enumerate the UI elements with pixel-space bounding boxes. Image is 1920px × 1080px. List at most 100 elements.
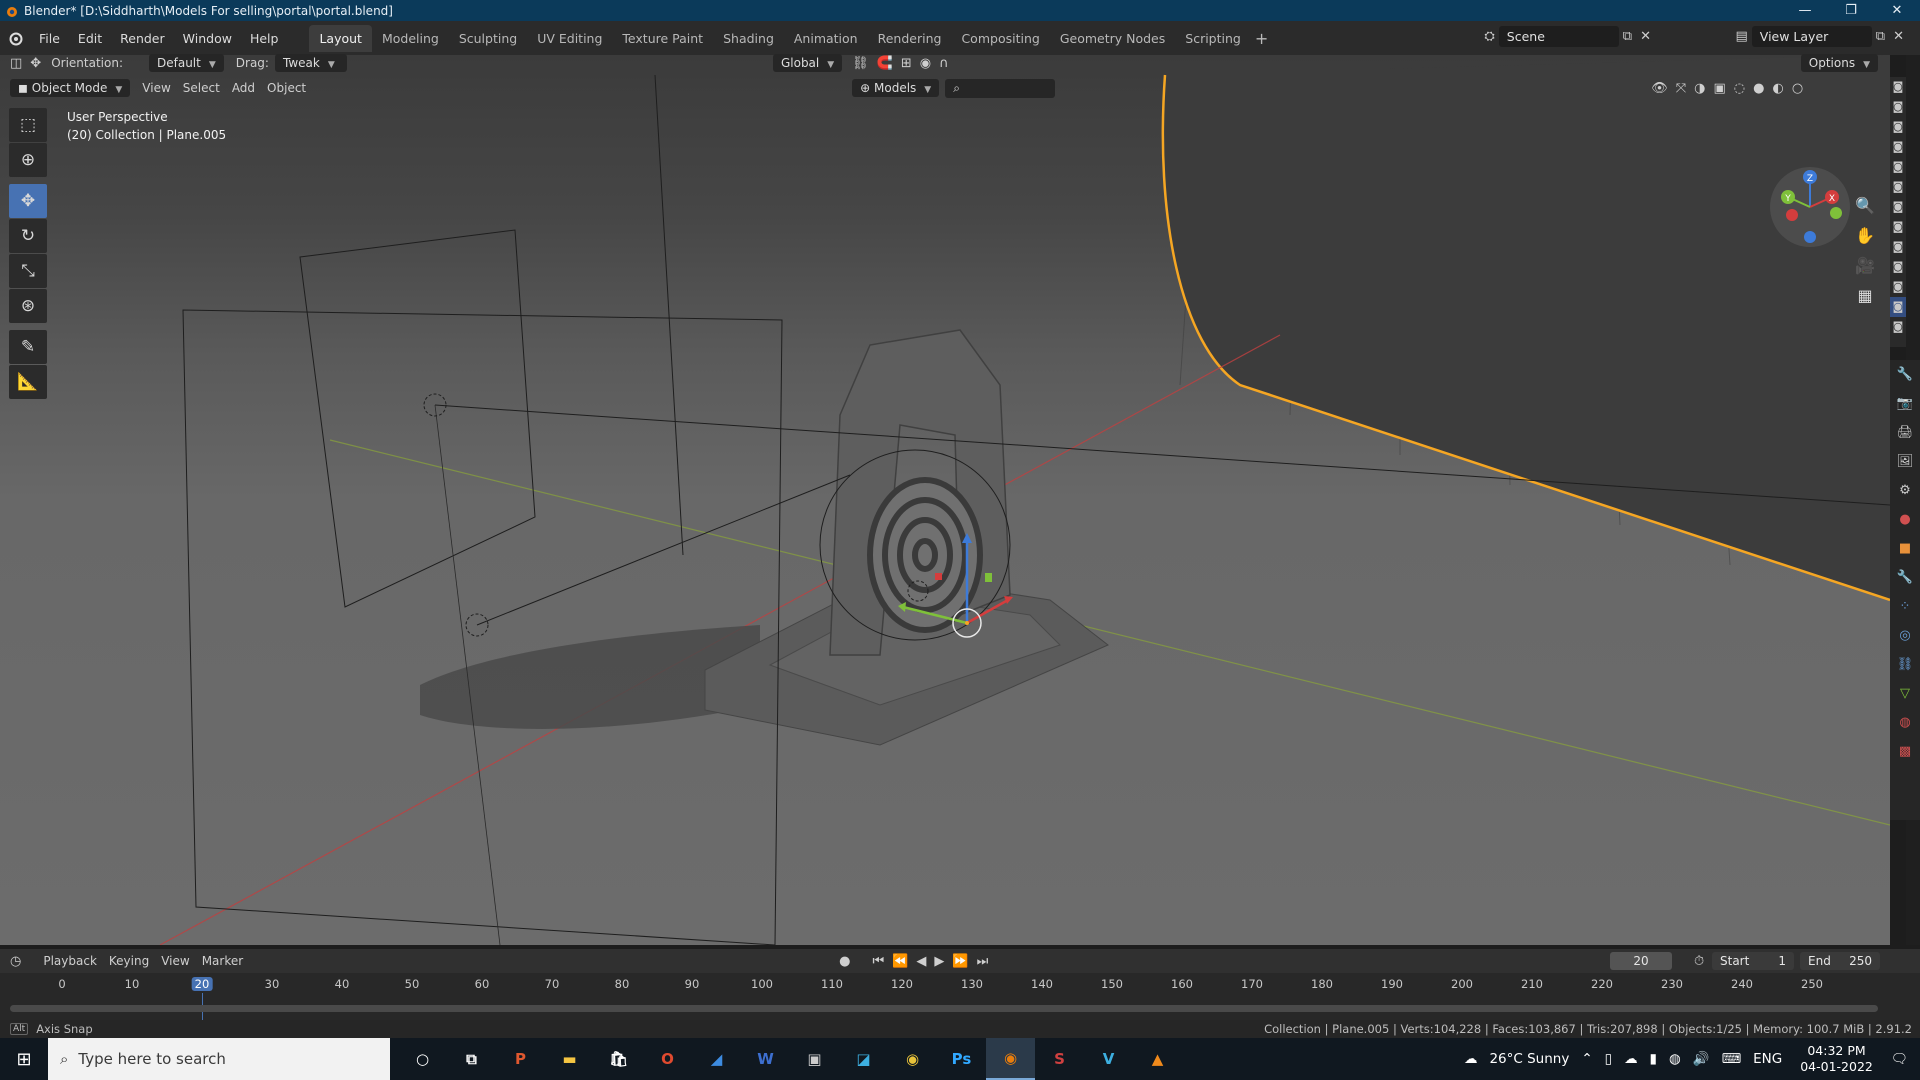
- jump-start-icon[interactable]: ⏮: [873, 954, 885, 969]
- drag-dropdown[interactable]: Tweak ▼: [274, 54, 347, 72]
- new-view-layer-icon[interactable]: ⧉: [1876, 29, 1885, 44]
- maximize-button[interactable]: ❐: [1828, 0, 1874, 21]
- menu-help[interactable]: Help: [241, 31, 288, 46]
- render-toggle-icon[interactable]: ◙: [1890, 317, 1906, 337]
- orientation-dropdown[interactable]: Default ▼: [149, 54, 224, 72]
- menu-playback[interactable]: Playback: [43, 954, 97, 968]
- solid-shading-icon[interactable]: ●: [1753, 81, 1764, 96]
- onedrive-icon[interactable]: ☁: [1624, 1051, 1638, 1067]
- menu-render[interactable]: Render: [111, 31, 174, 46]
- view-layer-icon[interactable]: ▤: [1736, 29, 1748, 44]
- annotate-icon[interactable]: ✎: [9, 330, 47, 364]
- camera-view-icon[interactable]: 🎥: [1848, 250, 1882, 280]
- tray-icon[interactable]: ▯: [1605, 1051, 1612, 1067]
- timeline-editor-icon[interactable]: ◷: [10, 954, 21, 969]
- menu-view[interactable]: View: [142, 81, 170, 95]
- proportional-edit-icon[interactable]: ◉: [920, 56, 931, 71]
- weather-text[interactable]: 26°C Sunny: [1489, 1051, 1569, 1067]
- wireframe-shading-icon[interactable]: ◌: [1734, 81, 1745, 96]
- render-toggle-icon[interactable]: ◙: [1890, 117, 1906, 137]
- tab-rendering[interactable]: Rendering: [868, 25, 952, 52]
- menu-marker[interactable]: Marker: [202, 954, 243, 968]
- tool-properties-icon[interactable]: 🔧: [1890, 360, 1920, 389]
- constraints-properties-icon[interactable]: ⛓: [1890, 650, 1920, 679]
- filter-dropdown[interactable]: ⊕ Models ▼: [852, 79, 940, 97]
- photoshop-icon[interactable]: Ps: [937, 1038, 986, 1080]
- office-icon[interactable]: O: [643, 1038, 692, 1080]
- preview-range-icon[interactable]: ⏱: [1694, 954, 1704, 969]
- menu-edit[interactable]: Edit: [69, 31, 111, 46]
- render-toggle-icon[interactable]: ◙: [1890, 237, 1906, 257]
- menu-keying[interactable]: Keying: [109, 954, 149, 968]
- visibility-icon[interactable]: 👁: [1651, 81, 1668, 96]
- end-frame-field[interactable]: End 250: [1800, 952, 1880, 970]
- render-toggle-icon[interactable]: ◙: [1890, 197, 1906, 217]
- menu-object[interactable]: Object: [267, 81, 306, 95]
- material-properties-icon[interactable]: ◍: [1890, 708, 1920, 737]
- select-box-icon[interactable]: ⬚: [9, 108, 47, 142]
- falloff-icon[interactable]: ∩: [939, 56, 949, 71]
- output-properties-icon[interactable]: 🖨: [1890, 418, 1920, 447]
- windows-start-icon[interactable]: ⊞: [0, 1038, 48, 1080]
- snap-icon[interactable]: 🧲: [877, 56, 893, 71]
- cursor-icon[interactable]: ⊕: [9, 143, 47, 177]
- render-toggle-icon[interactable]: ◙: [1890, 157, 1906, 177]
- new-scene-icon[interactable]: ⧉: [1623, 29, 1632, 44]
- editor-type-icon[interactable]: ◫: [10, 56, 22, 71]
- pivot-icon[interactable]: ⛓: [852, 56, 869, 71]
- notifications-icon[interactable]: 🗨: [1891, 1051, 1908, 1067]
- tab-scripting[interactable]: Scripting: [1175, 25, 1251, 52]
- next-keyframe-icon[interactable]: ⏩: [952, 954, 968, 969]
- timeline-scrollbar[interactable]: [10, 1005, 1878, 1012]
- close-button[interactable]: ✕: [1874, 0, 1920, 21]
- particles-properties-icon[interactable]: ⁘: [1890, 592, 1920, 621]
- tray-expand-icon[interactable]: ⌃: [1581, 1051, 1592, 1067]
- app-icon[interactable]: ◢: [692, 1038, 741, 1080]
- transform-space-dropdown[interactable]: Global ▼: [772, 54, 843, 72]
- task-view-icon[interactable]: ⧉: [447, 1038, 496, 1080]
- tab-sculpting[interactable]: Sculpting: [449, 25, 527, 52]
- delete-view-layer-icon[interactable]: ✕: [1893, 29, 1904, 44]
- vlc-icon[interactable]: ▲: [1133, 1038, 1182, 1080]
- menu-window[interactable]: Window: [174, 31, 241, 46]
- add-workspace-icon[interactable]: +: [1255, 29, 1268, 48]
- snap-increment-icon[interactable]: ⊞: [901, 56, 912, 71]
- scene-icon[interactable]: ⛭: [1484, 29, 1494, 44]
- tab-uv-editing[interactable]: UV Editing: [527, 25, 612, 52]
- tab-modeling[interactable]: Modeling: [372, 25, 449, 52]
- rotate-icon[interactable]: ↻: [9, 219, 47, 253]
- zoom-icon[interactable]: 🔍: [1848, 190, 1882, 220]
- blender-taskbar-icon[interactable]: ◉: [986, 1038, 1035, 1080]
- taskbar-search-input[interactable]: ⌕ Type here to search: [48, 1038, 390, 1080]
- transform-tool-icon[interactable]: ✥: [30, 56, 41, 71]
- app-icon[interactable]: V: [1084, 1038, 1133, 1080]
- render-toggle-icon[interactable]: ◙: [1890, 297, 1906, 317]
- tab-compositing[interactable]: Compositing: [951, 25, 1049, 52]
- tab-geometry-nodes[interactable]: Geometry Nodes: [1050, 25, 1175, 52]
- clock[interactable]: 04:32 PM 04-01-2022: [1800, 1043, 1873, 1075]
- view-layer-properties-icon[interactable]: 🖼: [1890, 447, 1920, 476]
- file-explorer-icon[interactable]: ▬: [545, 1038, 594, 1080]
- texture-properties-icon[interactable]: ▩: [1890, 737, 1920, 766]
- tab-shading[interactable]: Shading: [713, 25, 784, 52]
- frame-ruler[interactable]: 0 10 20 30 40 50 60 70 80 90 100 110 120 130 140 150 160…: [0, 973, 1920, 993]
- scale-icon[interactable]: ⤡: [9, 254, 47, 288]
- tab-layout[interactable]: Layout: [309, 24, 372, 52]
- physics-properties-icon[interactable]: ◎: [1890, 621, 1920, 650]
- app-icon[interactable]: ▣: [790, 1038, 839, 1080]
- rendered-shading-icon[interactable]: ○: [1792, 81, 1803, 96]
- render-toggle-icon[interactable]: ◙: [1890, 137, 1906, 157]
- jump-end-icon[interactable]: ⏭: [977, 954, 989, 969]
- network-icon[interactable]: ◍: [1669, 1051, 1681, 1067]
- keyboard-icon[interactable]: ⌨: [1722, 1051, 1742, 1067]
- navigation-gizmo[interactable]: Z X Y: [1770, 167, 1850, 247]
- data-properties-icon[interactable]: ▽: [1890, 679, 1920, 708]
- play-reverse-icon[interactable]: ◀: [916, 954, 926, 969]
- render-toggle-icon[interactable]: ◙: [1890, 277, 1906, 297]
- mode-dropdown[interactable]: ◼ Object Mode ▼: [10, 79, 131, 97]
- scene-properties-icon[interactable]: ⚙: [1890, 476, 1920, 505]
- render-toggle-icon[interactable]: ◙: [1890, 217, 1906, 237]
- cortana-icon[interactable]: ○: [398, 1038, 447, 1080]
- material-shading-icon[interactable]: ◐: [1772, 81, 1783, 96]
- minimize-button[interactable]: —: [1782, 0, 1828, 21]
